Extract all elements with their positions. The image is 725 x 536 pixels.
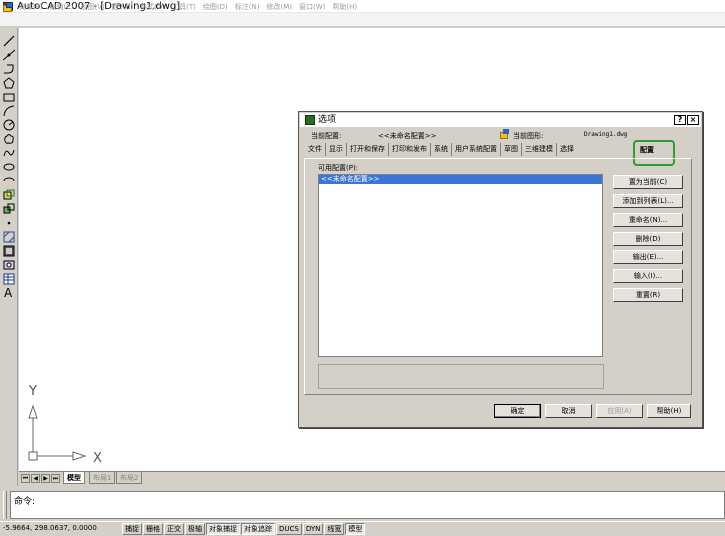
draw-toolbar: A: [0, 28, 18, 490]
toggle-osnap[interactable]: 对象捕捉: [206, 523, 240, 535]
ok-button[interactable]: 确定: [494, 404, 541, 418]
ucs-y-label: Y: [29, 384, 37, 399]
close-icon[interactable]: ×: [687, 115, 699, 125]
tab-plot-publish[interactable]: 打印和发布: [389, 143, 431, 156]
toggle-model[interactable]: 模型: [345, 523, 366, 535]
tab-system[interactable]: 系统: [431, 143, 452, 156]
menu-file[interactable]: 文件(F): [19, 0, 43, 14]
menu-view[interactable]: 视图(V): [80, 0, 104, 14]
set-current-button[interactable]: 置为当前(C): [613, 175, 683, 189]
polygon-icon[interactable]: [3, 77, 15, 89]
toggle-lineweight[interactable]: 线宽: [324, 523, 345, 535]
polyline-icon[interactable]: [3, 63, 15, 75]
ellipse-arc-icon[interactable]: [3, 175, 15, 187]
drawing-icon: [500, 129, 509, 139]
point-icon[interactable]: [3, 217, 15, 229]
reset-button[interactable]: 重置(R): [613, 288, 683, 302]
menu-help[interactable]: 帮助(H): [332, 0, 357, 14]
profiles-list[interactable]: [318, 174, 603, 357]
tab-open-save[interactable]: 打开和保存: [347, 143, 389, 156]
insert-block-icon[interactable]: [3, 189, 15, 201]
current-profile-value: <<未命名配置>>: [378, 132, 437, 140]
profile-description: [318, 364, 604, 389]
svg-text:A: A: [4, 286, 13, 300]
coordinate-readout: -5.9664, 298.0637, 0.0000: [3, 524, 97, 532]
previous-tab-button[interactable]: ◀: [31, 474, 40, 483]
toggle-polar[interactable]: 极轴: [185, 523, 205, 535]
spline-icon[interactable]: [3, 147, 15, 159]
dialog-title: 选项: [318, 115, 337, 125]
options-tabs: 文件 显示 打开和保存 打印和发布 系统 用户系统配置 草图 三维建模 选择: [305, 143, 577, 156]
multiline-text-icon[interactable]: A: [3, 286, 15, 300]
document-icon[interactable]: [3, 2, 14, 12]
menu-insert[interactable]: 插入(I): [112, 0, 134, 14]
tab-model[interactable]: 模型: [63, 472, 85, 484]
menu-items: 文件(F) 编辑(E) 视图(V) 插入(I) 格式(O) 工具(T) 绘图(D…: [19, 0, 364, 14]
ucs-x-label: X: [93, 451, 102, 466]
menu-edit[interactable]: 编辑(E): [50, 0, 74, 14]
available-profiles-label: 可用配置(P):: [318, 164, 359, 172]
tab-display[interactable]: 显示: [326, 143, 347, 156]
help-button[interactable]: 帮助(H): [647, 404, 691, 418]
toggle-grid[interactable]: 栅格: [143, 523, 163, 535]
cancel-button[interactable]: 取消: [545, 404, 592, 418]
apply-button[interactable]: 应用(A): [596, 404, 643, 418]
tab-selection[interactable]: 选择: [557, 143, 577, 156]
tab-3d-modeling[interactable]: 三维建模: [522, 143, 557, 156]
options-icon: [305, 115, 315, 125]
tab-layout1[interactable]: 布局1: [89, 472, 116, 484]
arc-icon[interactable]: [3, 105, 15, 117]
tab-drafting[interactable]: 草图: [501, 143, 522, 156]
menu-bar: [0, 13, 725, 27]
current-profile-label: 当前配置:: [311, 132, 342, 140]
toggle-ortho[interactable]: 正交: [164, 523, 184, 535]
first-tab-button[interactable]: ⏮: [21, 474, 30, 483]
ucs-icon: [28, 404, 87, 461]
circle-icon[interactable]: [3, 119, 15, 131]
toggle-ducs[interactable]: DUCS: [276, 523, 302, 535]
hatch-icon[interactable]: [3, 231, 15, 243]
menu-tools[interactable]: 工具(T): [172, 0, 196, 14]
next-tab-button[interactable]: ▶: [41, 474, 50, 483]
menu-modify[interactable]: 修改(M): [266, 0, 292, 14]
menu-format[interactable]: 格式(O): [140, 0, 165, 14]
current-drawing-value: Drawing1.dwg: [584, 131, 628, 138]
menu-dimension[interactable]: 标注(N): [235, 0, 260, 14]
menu-window[interactable]: 窗口(W): [299, 0, 325, 14]
dialog-title-bar[interactable]: [300, 113, 701, 127]
import-button[interactable]: 输入(I)...: [613, 269, 683, 283]
line-icon[interactable]: [3, 35, 15, 47]
tab-profiles-label: 配置: [640, 146, 654, 154]
rename-button[interactable]: 重命名(N)...: [613, 213, 683, 227]
toggle-otrack[interactable]: 对象追踪: [241, 523, 275, 535]
construction-line-icon[interactable]: [3, 49, 15, 61]
toggle-dyn[interactable]: DYN: [302, 523, 324, 535]
tab-user-preferences[interactable]: 用户系统配置: [452, 143, 501, 156]
command-prompt: 命令:: [14, 497, 36, 507]
help-icon[interactable]: ?: [674, 115, 686, 125]
current-drawing-label: 当前图形:: [513, 132, 544, 140]
menu-draw[interactable]: 绘图(D): [203, 0, 228, 14]
last-tab-button[interactable]: ⏭: [51, 474, 60, 483]
profile-list-item[interactable]: <<未命名配置>>: [319, 175, 602, 184]
make-block-icon[interactable]: [3, 203, 15, 215]
ellipse-icon[interactable]: [3, 161, 15, 173]
delete-button[interactable]: 删除(D): [613, 232, 683, 246]
revision-cloud-icon[interactable]: [3, 133, 15, 145]
toggle-snap[interactable]: 捕捉: [122, 523, 142, 535]
command-line[interactable]: [10, 491, 725, 519]
command-grip[interactable]: [3, 491, 7, 519]
tab-files[interactable]: 文件: [305, 143, 326, 156]
layout-tab-bar: ⏮ ◀ ▶ ⏭ 模型 布局1 布局2: [19, 471, 725, 484]
gradient-icon[interactable]: [3, 245, 15, 257]
rectangle-icon[interactable]: [3, 91, 15, 103]
table-icon[interactable]: [3, 273, 15, 285]
tab-layout2[interactable]: 布局2: [116, 472, 143, 484]
add-to-list-button[interactable]: 添加到列表(L)...: [613, 194, 683, 208]
region-icon[interactable]: [3, 259, 15, 271]
status-toggles: 捕捉 栅格 正交 极轴 对象捕捉 对象追踪 DUCS DYN 线宽 模型: [122, 523, 366, 535]
export-button[interactable]: 输出(E)...: [613, 250, 683, 264]
